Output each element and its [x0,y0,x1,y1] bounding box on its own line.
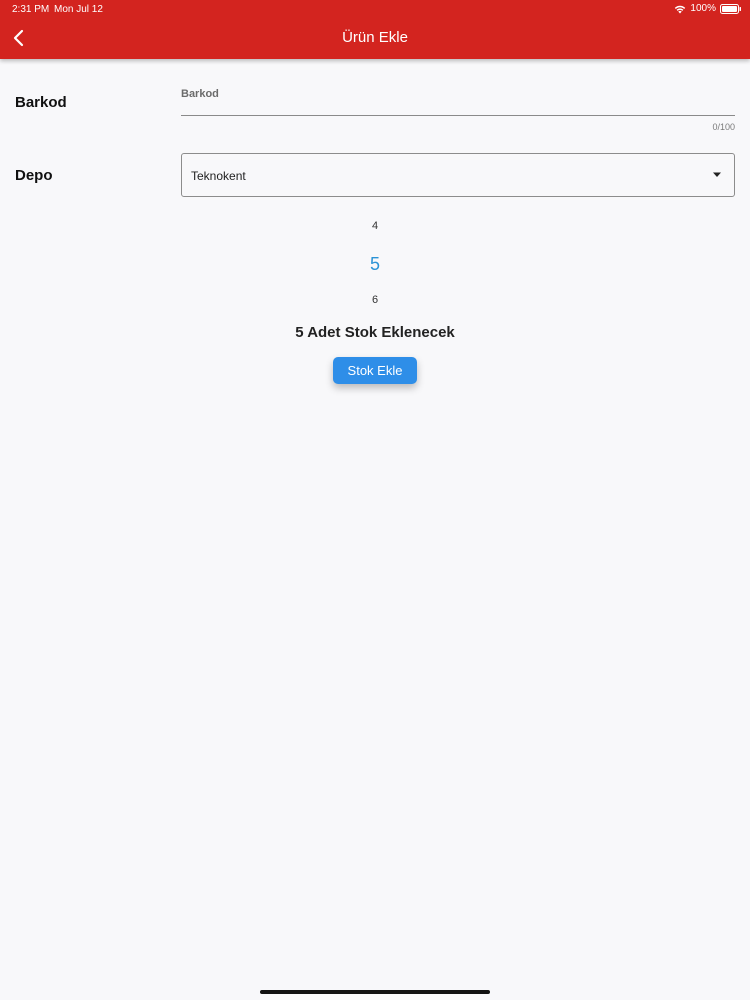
picker-previous-value[interactable]: 4 [325,220,425,232]
picker-current-value[interactable]: 5 [325,254,425,275]
barcode-field[interactable]: Barkod [181,84,735,116]
stock-summary: 5 Adet Stok Eklenecek [295,324,455,341]
add-stock-button[interactable]: Stok Ekle [333,357,417,384]
picker-next-value[interactable]: 6 [325,294,425,306]
app-bar: 2:31 PM Mon Jul 12 100% Ürün Ekle [0,0,750,59]
quantity-picker[interactable]: 4 5 6 [325,212,425,312]
page-title: Ürün Ekle [342,29,408,46]
barcode-char-counter: 0/100 [712,122,735,132]
depot-select[interactable]: Teknokent [181,153,735,197]
status-indicators: 100% [674,3,742,14]
depot-row-label: Depo [15,167,53,184]
battery-percent: 100% [690,3,716,14]
depot-selected-value: Teknokent [191,169,246,183]
wifi-icon [675,5,686,13]
status-time: 2:31 PM [12,4,50,15]
home-indicator[interactable] [260,990,490,994]
barcode-row-label: Barkod [15,94,67,111]
dropdown-arrow-icon [713,172,721,177]
status-date: Mon Jul 12 [54,4,103,15]
battery-icon [720,3,741,14]
barcode-input[interactable] [181,98,735,115]
status-bar: 2:31 PM Mon Jul 12 100% [0,0,750,18]
